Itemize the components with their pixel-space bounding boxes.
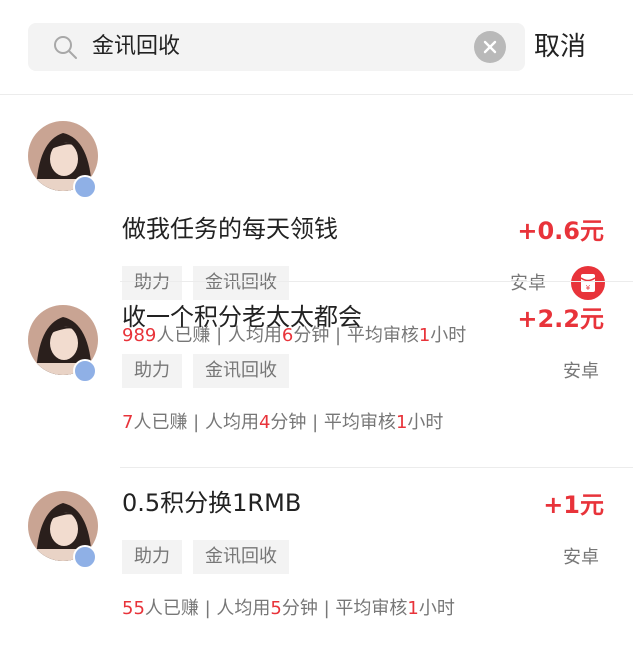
cancel-button[interactable]: 取消	[534, 30, 586, 64]
task-tag: 助力	[122, 540, 182, 574]
task-item[interactable]: 做我任务的每天领钱 +0.6元 助力 金讯回收 安卓 ¥ 989人已赚 | 人均…	[0, 95, 633, 346]
review-label: 小时	[407, 412, 444, 433]
search-icon	[54, 36, 77, 59]
verified-badge-icon	[73, 545, 97, 569]
earned-label: 人已赚 | 人均用	[144, 598, 271, 619]
earned-label: 人已赚 | 人均用	[133, 412, 259, 433]
search-header: 金讯回收 取消	[0, 0, 633, 95]
task-tag: 助力	[122, 354, 182, 388]
task-platform: 安卓	[563, 361, 599, 382]
avg-minutes: 5	[270, 598, 282, 619]
search-query[interactable]: 金讯回收	[92, 32, 180, 62]
earned-count: 55	[122, 598, 145, 619]
review-hours: 1	[407, 598, 419, 619]
review-hours: 1	[395, 412, 408, 433]
clear-icon[interactable]	[474, 31, 506, 63]
task-item[interactable]: 收一个积分老太太都会 +2.2元 助力 金讯回收 安卓 7人已赚 | 人均用4分…	[0, 281, 633, 467]
avg-minutes: 4	[258, 412, 271, 433]
task-item[interactable]: 0.5积分换1RMB +1元 助力 金讯回收 安卓 55人已赚 | 人均用5分钟…	[0, 467, 633, 650]
task-stats: 7人已赚 | 人均用4分钟 | 平均审核1小时	[122, 410, 443, 436]
task-title: 0.5积分换1RMB	[122, 489, 302, 517]
verified-badge-icon	[73, 359, 97, 383]
verified-badge-icon	[73, 175, 97, 199]
task-reward: +1元	[543, 491, 604, 519]
task-platform: 安卓	[563, 547, 599, 568]
task-reward: +2.2元	[517, 305, 604, 333]
avg-label: 分钟 | 平均审核	[281, 598, 408, 619]
task-stats: 55人已赚 | 人均用5分钟 | 平均审核1小时	[122, 596, 455, 622]
task-reward: +0.6元	[517, 217, 604, 245]
task-tag: 金讯回收	[193, 354, 289, 388]
task-title: 做我任务的每天领钱	[122, 215, 338, 243]
avg-label: 分钟 | 平均审核	[270, 412, 396, 433]
review-label: 小时	[418, 598, 455, 619]
task-tag: 金讯回收	[193, 540, 289, 574]
task-title: 收一个积分老太太都会	[122, 303, 362, 331]
earned-count: 7	[122, 412, 134, 433]
